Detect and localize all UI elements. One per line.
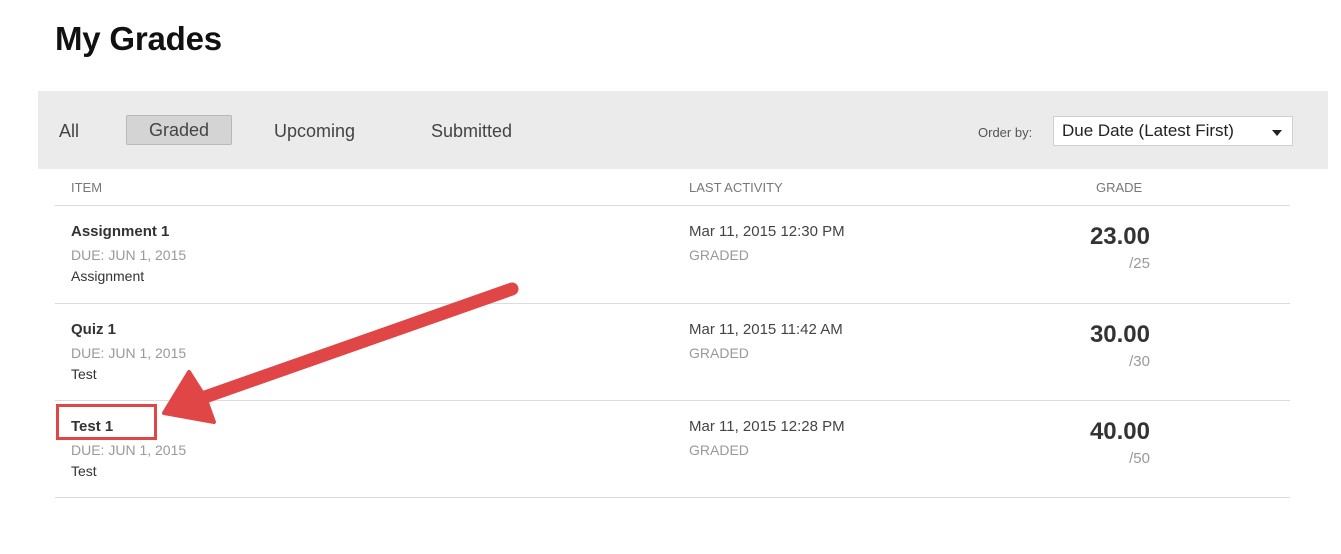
column-header-last-activity: LAST ACTIVITY	[689, 180, 783, 195]
grade-score: 23.00	[1089, 223, 1150, 250]
last-activity-date: Mar 11, 2015 11:42 AM	[689, 321, 843, 338]
grade-row: Test 1 DUE: JUN 1, 2015 Test Mar 11, 201…	[55, 401, 1290, 498]
grade-max-points: /30	[1129, 353, 1150, 370]
item-type: Test	[71, 463, 97, 479]
activity-status: GRADED	[689, 442, 749, 458]
tab-submitted[interactable]: Submitted	[431, 121, 512, 141]
item-due-date: DUE: JUN 1, 2015	[71, 442, 187, 458]
item-title-link[interactable]: Quiz 1	[71, 321, 116, 338]
last-activity-date: Mar 11, 2015 12:28 PM	[689, 418, 845, 435]
tab-upcoming[interactable]: Upcoming	[274, 121, 355, 141]
item-type: Test	[71, 366, 97, 382]
grade-row: Quiz 1 DUE: JUN 1, 2015 Test Mar 11, 201…	[55, 304, 1290, 401]
item-title-link[interactable]: Assignment 1	[71, 223, 169, 240]
last-activity-date: Mar 11, 2015 12:30 PM	[689, 223, 845, 240]
item-due-date: DUE: JUN 1, 2015	[71, 345, 187, 361]
grade-max-points: /25	[1129, 255, 1150, 272]
order-by-label: Order by:	[978, 125, 1033, 140]
column-header-item: ITEM	[71, 180, 103, 195]
grade-score: 30.00	[1089, 321, 1150, 348]
chevron-down-icon	[1272, 130, 1282, 136]
grade-row: Assignment 1 DUE: JUN 1, 2015 Assignment…	[55, 206, 1290, 303]
annotation-highlight-box	[56, 404, 157, 440]
tab-all[interactable]: All	[59, 121, 79, 141]
row-divider	[55, 497, 1290, 498]
column-header-grade: GRADE	[1096, 180, 1143, 195]
activity-status: GRADED	[689, 247, 749, 263]
grade-max-points: /50	[1129, 450, 1150, 467]
page-title: My Grades	[55, 20, 222, 57]
order-by-select[interactable]: Due Date (Latest First)	[1053, 116, 1293, 146]
filter-bar: All Graded Upcoming Submitted Order by: …	[38, 91, 1328, 169]
item-due-date: DUE: JUN 1, 2015	[71, 247, 187, 263]
grade-score: 40.00	[1089, 418, 1150, 445]
order-by-value: Due Date (Latest First)	[1062, 121, 1234, 140]
item-type: Assignment	[71, 268, 145, 284]
tab-graded[interactable]: Graded	[126, 115, 232, 145]
activity-status: GRADED	[689, 345, 749, 361]
grades-page: My Grades All Graded Upcoming Submitted …	[0, 0, 1341, 554]
